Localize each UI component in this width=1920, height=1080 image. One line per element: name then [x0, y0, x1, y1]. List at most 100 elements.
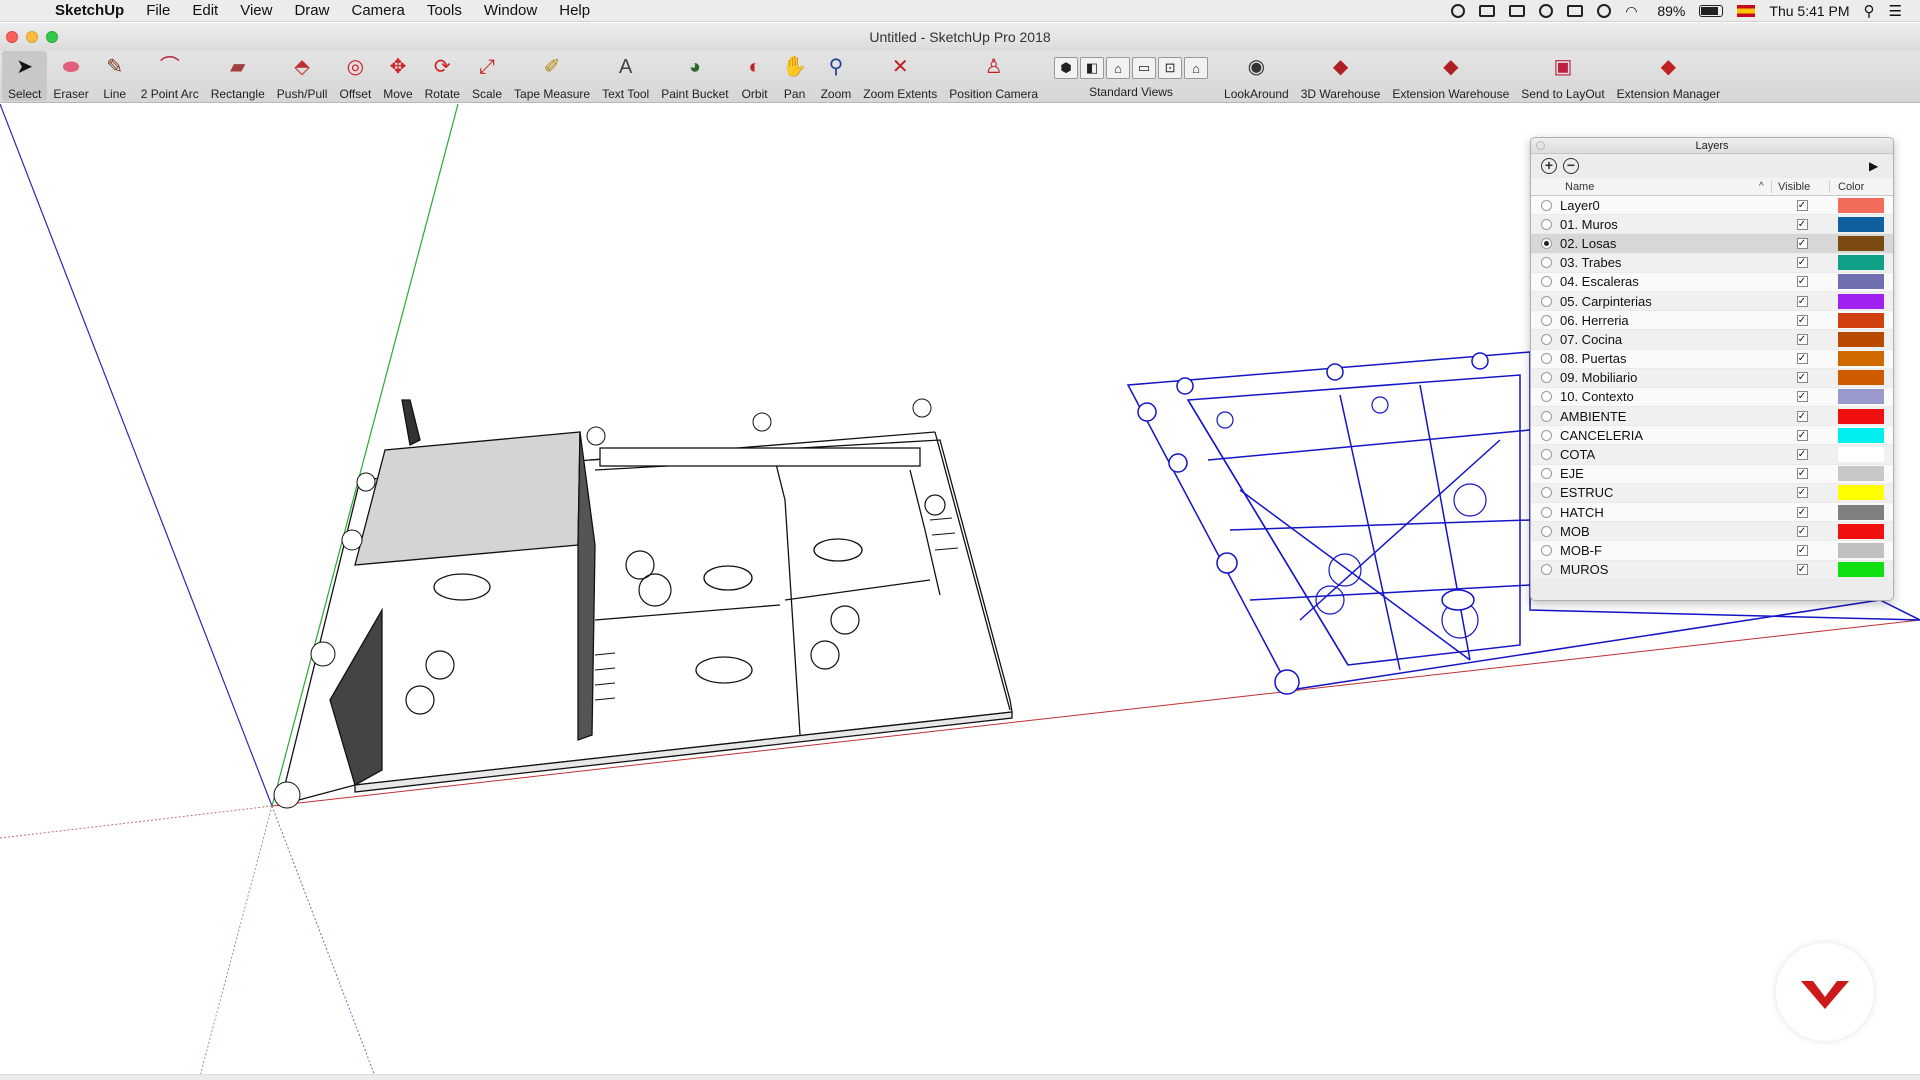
layer-color-swatch[interactable] — [1838, 255, 1884, 271]
menu-sketchup[interactable]: SketchUp — [44, 2, 135, 19]
layer-row[interactable]: MOB ✓ — [1531, 522, 1893, 542]
layer-row[interactable]: 08. Puertas ✓ — [1531, 349, 1893, 369]
add-layer-button[interactable]: + — [1541, 158, 1557, 174]
tool-extension-warehouse-button[interactable]: ◆ Extension Warehouse — [1386, 51, 1515, 101]
layer-name[interactable]: 08. Puertas — [1552, 351, 1770, 366]
dropbox-icon[interactable] — [1479, 4, 1496, 17]
layer-row[interactable]: ESTRUC ✓ — [1531, 483, 1893, 503]
menu-edit[interactable]: Edit — [181, 2, 229, 19]
active-layer-radio[interactable] — [1541, 199, 1552, 211]
layer-row[interactable]: 02. Losas ✓ — [1531, 234, 1893, 254]
layer-row[interactable]: COTA ✓ — [1531, 445, 1893, 465]
layer-name[interactable]: 07. Cocina — [1552, 332, 1770, 347]
active-layer-radio[interactable] — [1541, 237, 1552, 249]
layer-row[interactable]: 10. Contexto ✓ — [1531, 387, 1893, 408]
menu-file[interactable]: File — [135, 2, 181, 19]
tool-orbit-button[interactable]: ◐ Orbit — [735, 51, 775, 101]
tool-pan-button[interactable]: ✋ Pan — [775, 51, 815, 101]
layer-visible-checkbox[interactable]: ✓ — [1796, 449, 1808, 461]
tool-offset-button[interactable]: ◎ Offset — [333, 51, 377, 101]
menu-window[interactable]: Window — [473, 2, 548, 19]
delete-layer-button[interactable]: − — [1563, 158, 1579, 174]
layer-name[interactable]: EJE — [1552, 466, 1770, 481]
layer-name[interactable]: 04. Escaleras — [1552, 274, 1770, 289]
menu-tools[interactable]: Tools — [416, 2, 473, 19]
layer-name[interactable]: AMBIENTE — [1552, 409, 1770, 424]
layers-panel-titlebar[interactable]: Layers — [1531, 138, 1893, 154]
tool-move-button[interactable]: ✥ Move — [377, 51, 418, 101]
layer-row[interactable]: 03. Trabes ✓ — [1531, 253, 1893, 273]
layer-visible-checkbox[interactable]: ✓ — [1796, 564, 1808, 576]
layer-row[interactable]: 01. Muros ✓ — [1531, 215, 1893, 235]
column-name-header[interactable]: Name — [1531, 181, 1759, 193]
active-layer-radio[interactable] — [1541, 468, 1552, 480]
layer-visible-checkbox[interactable]: ✓ — [1796, 429, 1808, 441]
active-layer-radio[interactable] — [1541, 218, 1552, 230]
layers-panel[interactable]: Layers + − ▶ Name ^ Visible Color Layer0… — [1530, 137, 1894, 601]
active-layer-radio[interactable] — [1541, 506, 1552, 518]
layer-color-swatch[interactable] — [1838, 447, 1884, 463]
floor-plan-model[interactable] — [273, 398, 1013, 809]
layer-row[interactable]: 07. Cocina ✓ — [1531, 330, 1893, 350]
column-visible-header[interactable]: Visible — [1771, 180, 1829, 193]
menu-draw[interactable]: Draw — [283, 2, 340, 19]
clock[interactable]: Thu 5:41 PM — [1769, 3, 1849, 19]
layer-row[interactable]: CANCELERIA ✓ — [1531, 426, 1893, 446]
column-color-header[interactable]: Color — [1829, 180, 1879, 193]
layer-visible-checkbox[interactable]: ✓ — [1796, 525, 1808, 537]
drive-icon[interactable] — [1509, 4, 1526, 17]
layer-name[interactable]: 03. Trabes — [1552, 255, 1770, 270]
right-view-icon[interactable]: ▭ — [1132, 57, 1157, 79]
active-layer-radio[interactable] — [1541, 544, 1552, 556]
active-layer-radio[interactable] — [1541, 487, 1552, 499]
tool-3d-warehouse-button[interactable]: ◆ 3D Warehouse — [1295, 51, 1387, 101]
active-layer-radio[interactable] — [1541, 449, 1552, 461]
active-layer-radio[interactable] — [1541, 564, 1552, 576]
layer-color-swatch[interactable] — [1838, 197, 1884, 213]
tool-extension-manager-button[interactable]: ◆ Extension Manager — [1611, 51, 1726, 101]
layer-name[interactable]: CANCELERIA — [1552, 428, 1770, 443]
bluetooth-icon[interactable] — [1597, 3, 1612, 18]
layer-visible-checkbox[interactable]: ✓ — [1796, 544, 1808, 556]
layer-color-swatch[interactable] — [1838, 562, 1884, 578]
tool-tape-measure-button[interactable]: ✐ Tape Measure — [508, 51, 596, 101]
battery-icon[interactable] — [1699, 4, 1724, 17]
active-layer-radio[interactable] — [1541, 372, 1552, 384]
layer-color-swatch[interactable] — [1838, 370, 1884, 386]
close-window-button[interactable] — [6, 31, 18, 43]
details-arrow-icon[interactable]: ▶ — [1869, 159, 1883, 173]
menu-camera[interactable]: Camera — [340, 2, 415, 19]
layer-row[interactable]: EJE ✓ — [1531, 464, 1893, 484]
layer-name[interactable]: 09. Mobiliario — [1552, 370, 1770, 385]
active-layer-radio[interactable] — [1541, 353, 1552, 365]
layer-color-swatch[interactable] — [1838, 351, 1884, 367]
active-layer-radio[interactable] — [1541, 333, 1552, 345]
active-layer-radio[interactable] — [1541, 429, 1552, 441]
layer-name[interactable]: ESTRUC — [1552, 485, 1770, 500]
layer-visible-checkbox[interactable]: ✓ — [1796, 410, 1808, 422]
layer-visible-checkbox[interactable]: ✓ — [1796, 372, 1808, 384]
maximize-window-button[interactable] — [46, 31, 58, 43]
menu-view[interactable]: View — [229, 2, 283, 19]
menu-help[interactable]: Help — [548, 2, 601, 19]
tool-send-to-layout-button[interactable]: ▣ Send to LayOut — [1515, 51, 1610, 101]
front-view-icon[interactable]: ⌂ — [1106, 57, 1131, 79]
active-layer-radio[interactable] — [1541, 391, 1552, 403]
minimize-window-button[interactable] — [26, 31, 38, 43]
layer-color-swatch[interactable] — [1838, 542, 1884, 558]
top-view-icon[interactable]: ◧ — [1080, 57, 1105, 79]
active-layer-radio[interactable] — [1541, 525, 1552, 537]
sort-ascending-icon[interactable]: ^ — [1759, 181, 1771, 192]
layer-color-swatch[interactable] — [1838, 389, 1884, 405]
layer-row[interactable]: MUROS ✓ — [1531, 560, 1893, 580]
wifi-icon[interactable]: ◠ — [1625, 4, 1643, 18]
layer-color-swatch[interactable] — [1838, 274, 1884, 290]
layer-name[interactable]: 06. Herreria — [1552, 313, 1770, 328]
layer-name[interactable]: MOB-F — [1552, 543, 1770, 558]
layer-visible-checkbox[interactable]: ✓ — [1796, 487, 1808, 499]
layer-color-swatch[interactable] — [1838, 293, 1884, 309]
tool-line-button[interactable]: ✎ Line — [95, 51, 135, 101]
back-view-icon[interactable]: ⊡ — [1158, 57, 1183, 79]
tool-position-camera-button[interactable]: ♙ Position Camera — [943, 51, 1044, 101]
record-icon[interactable] — [1451, 3, 1466, 18]
